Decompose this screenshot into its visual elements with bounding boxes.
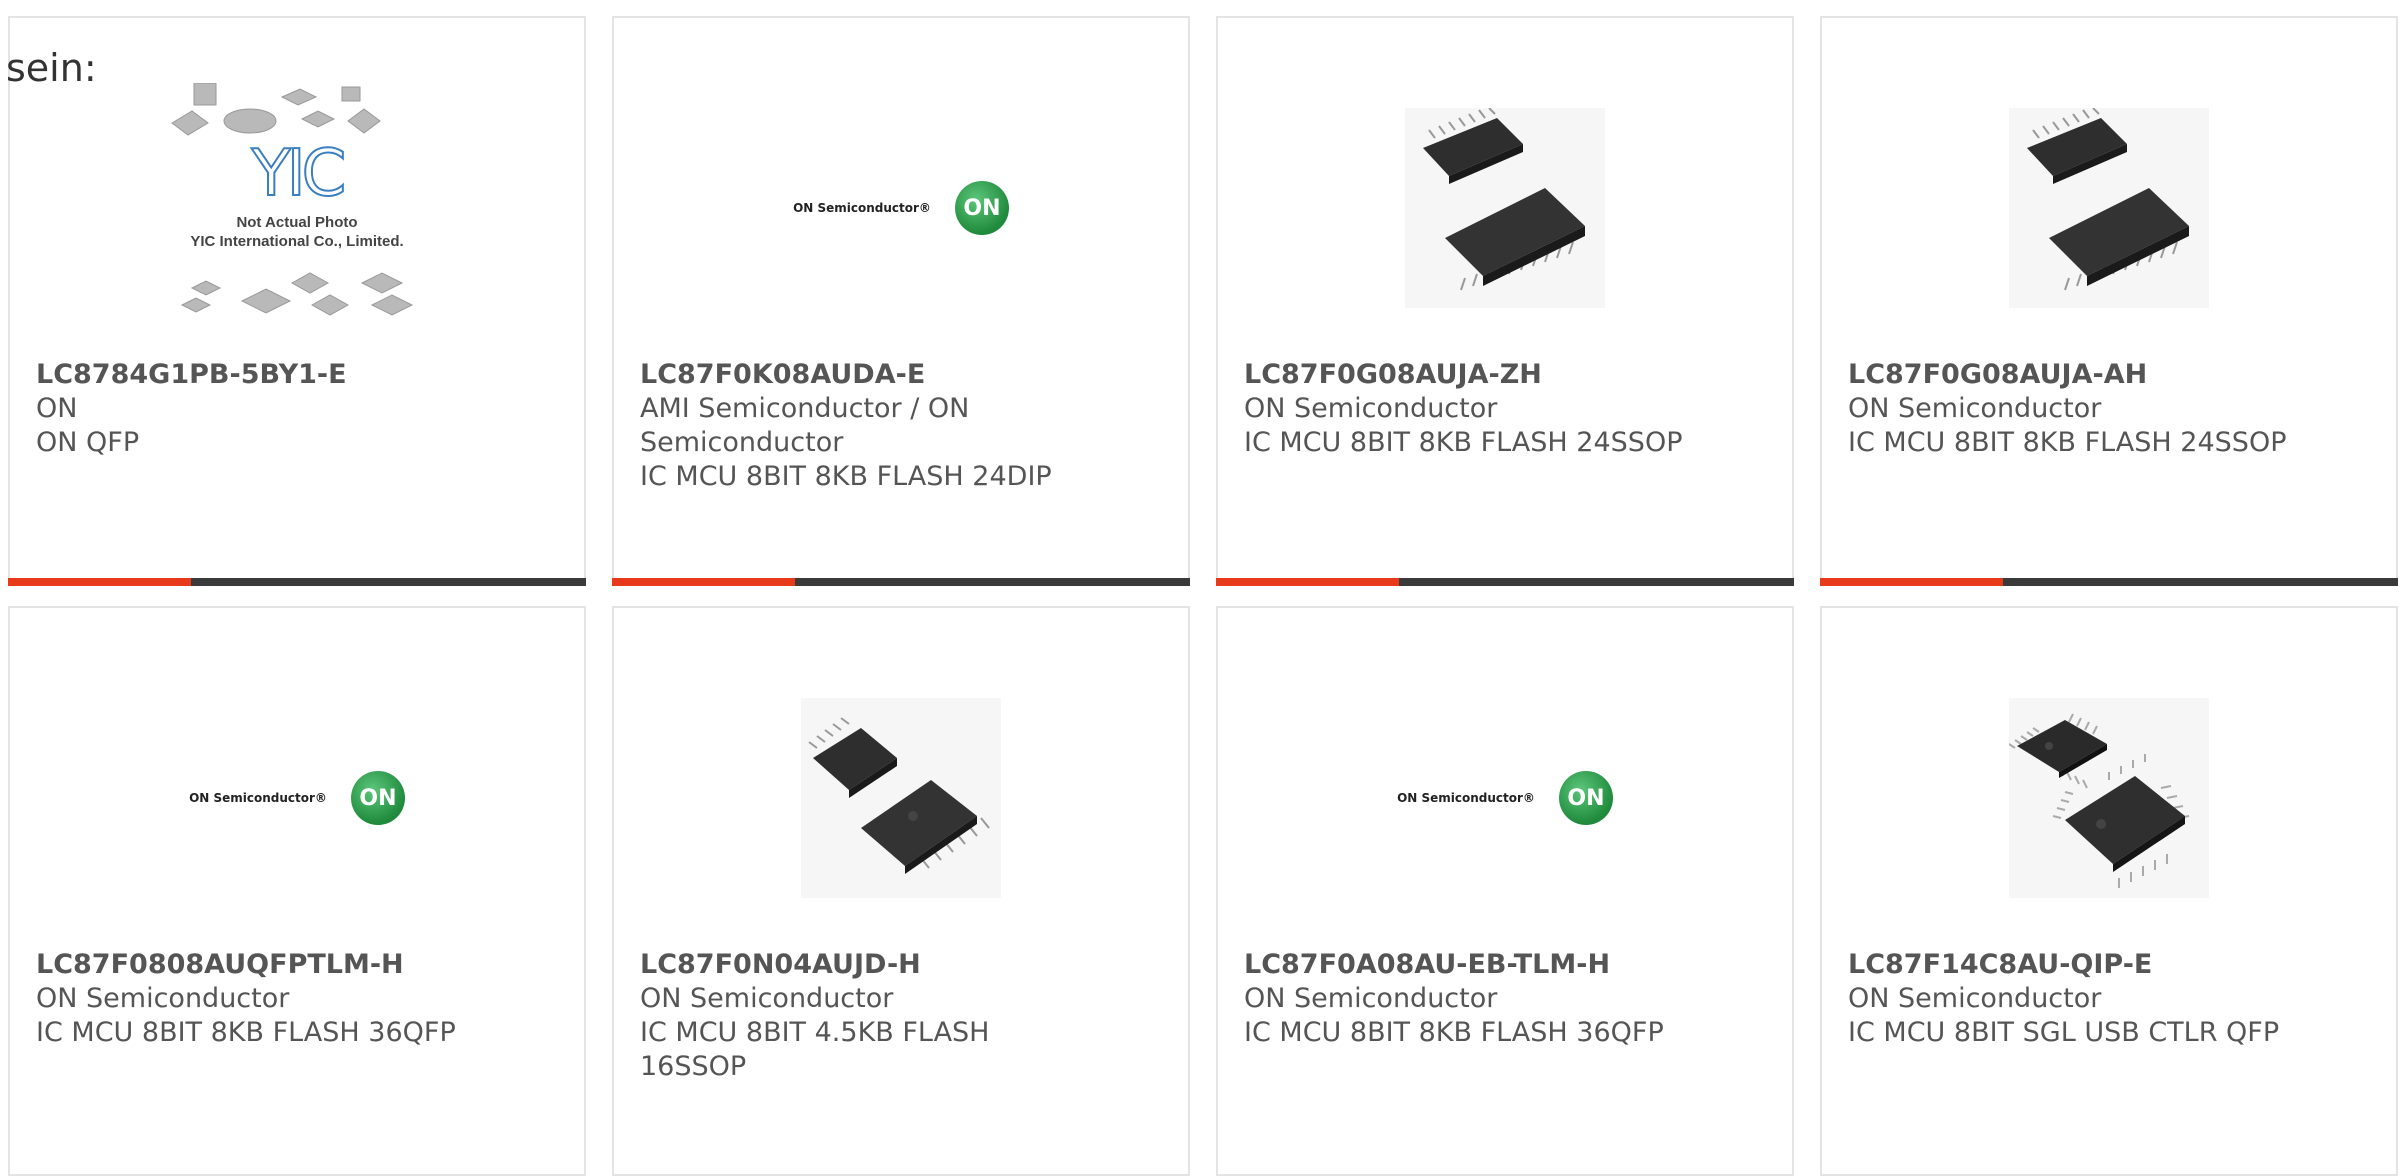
qfp-chip-photo <box>2008 698 2209 898</box>
part-number-link[interactable]: LC87F0K08AUDA-E <box>640 358 1168 392</box>
product-image[interactable]: YIC Not Actual Photo YIC International C… <box>10 58 584 358</box>
description: IC MCU 8BIT 8KB FLASH 36QFP <box>36 1017 456 1048</box>
part-number-link[interactable]: LC87F0G08AUJA-ZH <box>1244 358 1772 392</box>
description: IC MCU 8BIT SGL USB CTLR QFP <box>1848 1017 2280 1048</box>
description: IC MCU 8BIT 4.5KB FLASH 16SSOP <box>640 1017 990 1082</box>
ssop-chip-photo <box>1405 107 1605 308</box>
part-number-link[interactable]: LC87F0A08AU-EB-TLM-H <box>1244 948 1772 982</box>
product-image[interactable] <box>614 648 1188 948</box>
yic-logo: YIC <box>251 136 348 212</box>
product-card[interactable]: ON Semiconductor® ON LC87F0808AUQFPTLM-H… <box>8 606 586 1176</box>
manufacturer: ON Semiconductor <box>1244 983 1498 1014</box>
card-bottom-bar <box>1820 578 2398 586</box>
manufacturer: AMI Semiconductor / ON Semiconductor <box>640 393 970 458</box>
part-number-link[interactable]: LC87F0G08AUJA-AH <box>1848 358 2376 392</box>
product-image[interactable]: ON Semiconductor® ON <box>614 58 1188 358</box>
part-number-link[interactable]: LC87F0808AUQFPTLM-H <box>36 948 564 982</box>
manufacturer: ON Semiconductor <box>640 983 894 1014</box>
lead-text: sein: <box>6 46 97 90</box>
product-card[interactable]: LC87F0N04AUJD-H ON Semiconductor IC MCU … <box>612 606 1190 1176</box>
ssop-chip-photo <box>801 698 1001 898</box>
product-card[interactable]: ON Semiconductor® ON LC87F0K08AUDA-E AMI… <box>612 16 1190 586</box>
product-card[interactable]: LC87F14C8AU-QIP-E ON Semiconductor IC MC… <box>1820 606 2398 1176</box>
product-image[interactable]: ON Semiconductor® ON <box>1218 648 1792 948</box>
product-card[interactable]: ON Semiconductor® ON LC87F0A08AU-EB-TLM-… <box>1216 606 1794 1176</box>
part-number-link[interactable]: LC87F14C8AU-QIP-E <box>1848 948 2376 982</box>
card-bottom-bar <box>612 578 1190 586</box>
yic-placeholder-image: YIC Not Actual Photo YIC International C… <box>162 83 432 333</box>
manufacturer: ON Semiconductor <box>1244 393 1498 424</box>
on-semiconductor-logo: ON Semiconductor® ON <box>793 181 1009 235</box>
manufacturer: ON Semiconductor <box>36 983 290 1014</box>
product-card[interactable]: YIC Not Actual Photo YIC International C… <box>8 16 586 586</box>
description: ON QFP <box>36 427 140 458</box>
description: IC MCU 8BIT 8KB FLASH 36QFP <box>1244 1017 1664 1048</box>
on-semiconductor-logo: ON Semiconductor® ON <box>1397 771 1613 825</box>
product-image[interactable]: ON Semiconductor® ON <box>10 648 584 948</box>
on-semiconductor-logo: ON Semiconductor® ON <box>189 771 405 825</box>
card-bottom-bar <box>1216 578 1794 586</box>
ssop-chip-photo <box>2009 107 2209 308</box>
product-image[interactable] <box>1822 58 2396 358</box>
part-number-link[interactable]: LC8784G1PB-5BY1-E <box>36 358 564 392</box>
manufacturer: ON Semiconductor <box>1848 983 2102 1014</box>
description: IC MCU 8BIT 8KB FLASH 24DIP <box>640 461 1052 492</box>
image-note: Not Actual Photo YIC International Co., … <box>190 214 404 250</box>
manufacturer: ON <box>36 393 78 424</box>
part-number-link[interactable]: LC87F0N04AUJD-H <box>640 948 1168 982</box>
manufacturer: ON Semiconductor <box>1848 393 2102 424</box>
card-bottom-bar <box>8 578 586 586</box>
product-image[interactable] <box>1822 648 2396 948</box>
product-card[interactable]: LC87F0G08AUJA-ZH ON Semiconductor IC MCU… <box>1216 16 1794 586</box>
description: IC MCU 8BIT 8KB FLASH 24SSOP <box>1848 427 2287 458</box>
description: IC MCU 8BIT 8KB FLASH 24SSOP <box>1244 427 1683 458</box>
product-image[interactable] <box>1218 58 1792 358</box>
product-card[interactable]: LC87F0G08AUJA-AH ON Semiconductor IC MCU… <box>1820 16 2398 586</box>
